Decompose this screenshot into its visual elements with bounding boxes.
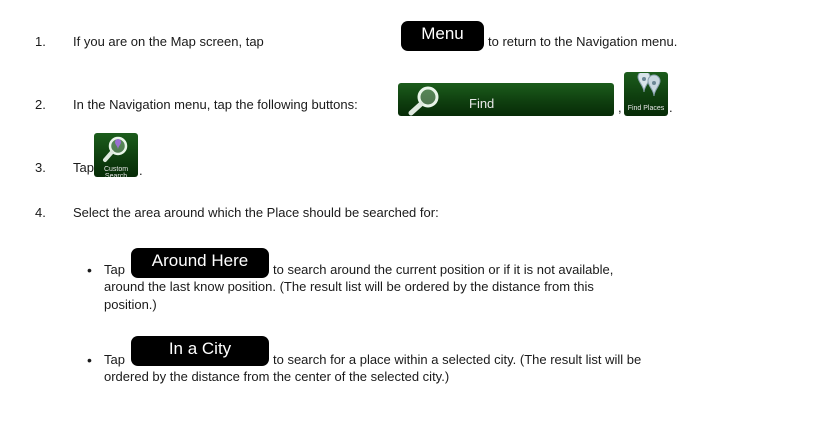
step-1-text: If you are on the Map screen, tap (73, 34, 264, 49)
option-2-bullet: • (87, 352, 92, 368)
option-1-line-1: to search around the current position or… (273, 262, 614, 277)
in-a-city-button[interactable]: In a City (131, 336, 269, 366)
find-places-button[interactable]: Find Places (624, 72, 668, 116)
step-1-text-after: to return to the Navigation menu. (488, 34, 678, 49)
step-2-separator: , (618, 100, 622, 115)
find-places-button-label: Find Places (627, 105, 665, 112)
around-here-button[interactable]: Around Here (131, 248, 269, 278)
find-button[interactable]: Find (398, 83, 614, 116)
find-button-label: Find (469, 96, 495, 111)
step-3-end: . (139, 163, 143, 178)
map-pins-icon (637, 73, 661, 97)
custom-search-button[interactable]: Custom Search (94, 133, 138, 177)
option-2-tap: Tap (104, 352, 125, 367)
step-2-text: In the Navigation menu, tap the followin… (73, 97, 358, 112)
step-3-text: Tap (73, 160, 94, 175)
step-3-number: 3. (35, 160, 46, 175)
option-1-line-3: position.) (104, 297, 157, 312)
option-2-line-2: ordered by the distance from the center … (104, 369, 450, 384)
option-1-bullet: • (87, 262, 92, 278)
option-1-line-2: around the last know position. (The resu… (104, 279, 594, 294)
magnifier-icon (408, 86, 439, 116)
around-here-button-label: Around Here (151, 251, 249, 270)
menu-button[interactable]: Menu (401, 21, 484, 51)
in-a-city-button-label: In a City (168, 339, 232, 358)
step-4-number: 4. (35, 205, 46, 220)
option-2-line-1: to search for a place within a selected … (273, 352, 642, 367)
step-2-number: 2. (35, 97, 46, 112)
step-4-text: Select the area around which the Place s… (73, 205, 439, 220)
step-2-end: . (669, 100, 673, 115)
magnifier-pin-icon (103, 136, 128, 162)
custom-search-button-label: Custom Search (103, 166, 129, 177)
menu-button-label: Menu (421, 24, 464, 43)
step-1-number: 1. (35, 34, 46, 49)
option-1-tap: Tap (104, 262, 125, 277)
